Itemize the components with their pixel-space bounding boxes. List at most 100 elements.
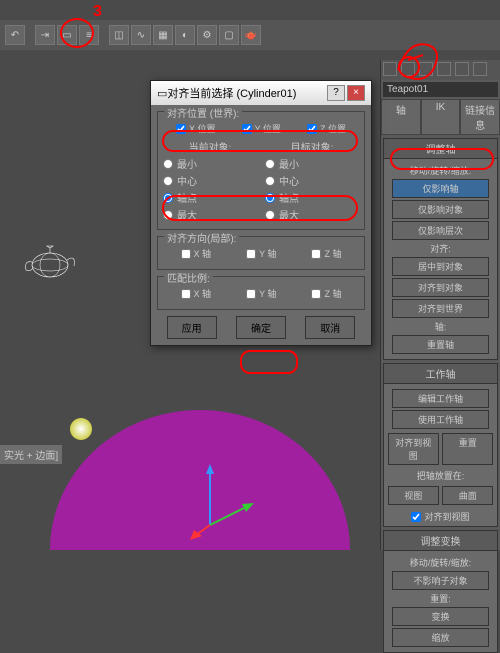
transform-button[interactable]: 变换 — [392, 607, 488, 626]
hierarchy-tab-icon[interactable] — [419, 62, 433, 76]
current-object-label: 当前对象: — [163, 139, 257, 154]
current-center-radio[interactable] — [163, 176, 173, 186]
align-to-object-button[interactable]: 对齐到对象 — [392, 278, 488, 297]
target-min-label: 最小 — [279, 156, 299, 171]
target-object-label: 目标对象: — [265, 139, 359, 154]
align-orientation-group-title: 对齐方向(局部): — [164, 230, 239, 245]
command-panel-tabs — [381, 60, 500, 80]
move-rotate-scale-label-2: 移动/旋转/缩放: — [387, 556, 494, 569]
tool-link-icon[interactable]: ⇥ — [35, 25, 55, 45]
align-position-group-title: 对齐位置 (世界): — [164, 105, 242, 120]
affect-object-only-button[interactable]: 仅影响对象 — [392, 200, 488, 219]
y-scale-label: Y 轴 — [259, 287, 276, 300]
modify-tab-icon[interactable] — [401, 62, 415, 76]
dialog-title-text: 对齐当前选择 (Cylinder01) — [167, 85, 325, 101]
x-scale-label: X 轴 — [194, 287, 212, 300]
z-scale-label: Z 轴 — [324, 287, 341, 300]
teapot-wireframe — [20, 240, 80, 280]
scale-button[interactable]: 缩放 — [392, 628, 488, 647]
z-axis-checkbox[interactable] — [311, 249, 321, 259]
tool-layers-icon[interactable]: ≡ — [79, 25, 99, 45]
z-position-checkbox[interactable] — [307, 124, 317, 134]
affect-pivot-only-button[interactable]: 仅影响轴 — [392, 179, 488, 198]
tool-render-setup-icon[interactable]: ⚙ — [197, 25, 217, 45]
y-axis-checkbox[interactable] — [246, 249, 256, 259]
center-to-object-button[interactable]: 居中到对象 — [392, 257, 488, 276]
target-pivot-radio[interactable] — [265, 193, 275, 203]
object-name-field[interactable]: Teapot01 — [383, 82, 498, 97]
dialog-titlebar[interactable]: ▭ 对齐当前选择 (Cylinder01) ? × — [151, 81, 371, 105]
x-scale-checkbox[interactable] — [181, 289, 191, 299]
align-to-view-checkbox[interactable] — [411, 512, 421, 522]
section-work-axis-header: 工作轴 — [384, 364, 497, 384]
create-tab-icon[interactable] — [383, 62, 397, 76]
dont-affect-children-button[interactable]: 不影响子对象 — [392, 571, 488, 590]
target-pivot-label: 轴点 — [279, 190, 299, 205]
affect-hierarchy-only-button[interactable]: 仅影响层次 — [392, 221, 488, 240]
transform-gizmo[interactable] — [190, 460, 260, 540]
tab-ik[interactable]: IK — [421, 99, 461, 135]
target-max-label: 最大 — [279, 207, 299, 222]
current-max-radio[interactable] — [163, 210, 173, 220]
target-center-label: 中心 — [279, 173, 299, 188]
dialog-icon: ▭ — [157, 87, 167, 100]
utilities-tab-icon[interactable] — [473, 62, 487, 76]
x-axis-label: X 轴 — [194, 247, 212, 260]
current-pivot-label: 轴点 — [177, 190, 197, 205]
align-to-view-button[interactable]: 对齐到视图 — [388, 433, 439, 465]
tab-axis[interactable]: 轴 — [381, 99, 421, 135]
align-label: 对齐: — [387, 242, 494, 255]
tool-material-icon[interactable]: ◐ — [175, 25, 195, 45]
reset-axis-button[interactable]: 重置轴 — [392, 335, 488, 354]
current-max-label: 最大 — [177, 207, 197, 222]
x-position-label: X 位置 — [189, 122, 216, 135]
use-work-axis-button[interactable]: 使用工作轴 — [392, 410, 488, 429]
tool-schematic-icon[interactable]: ▦ — [153, 25, 173, 45]
x-axis-checkbox[interactable] — [181, 249, 191, 259]
tab-link-info[interactable]: 链接信息 — [460, 99, 500, 135]
apply-button[interactable]: 应用 — [167, 316, 217, 339]
tool-render-icon[interactable]: 🫖 — [241, 25, 261, 45]
z-axis-label: Z 轴 — [324, 247, 341, 260]
axis-label: 轴: — [387, 320, 494, 333]
y-scale-checkbox[interactable] — [246, 289, 256, 299]
annotation-number-3: 3 — [93, 3, 102, 21]
target-center-radio[interactable] — [265, 176, 275, 186]
cancel-button[interactable]: 取消 — [305, 316, 355, 339]
align-to-world-button[interactable]: 对齐到世界 — [392, 299, 488, 318]
dialog-close-button[interactable]: × — [347, 85, 365, 101]
tool-curve-icon[interactable]: ∿ — [131, 25, 151, 45]
tool-undo[interactable]: ↶ — [5, 25, 25, 45]
command-panel: Teapot01 轴 IK 链接信息 调整轴 移动/旋转/缩放: 仅影响轴 仅影… — [380, 60, 500, 550]
ok-button[interactable]: 确定 — [236, 316, 286, 339]
section-adjust-axis-header: 调整轴 — [384, 139, 497, 159]
motion-tab-icon[interactable] — [437, 62, 451, 76]
tool-align-icon[interactable]: ▭ — [57, 25, 77, 45]
reset-button[interactable]: 重置 — [442, 433, 493, 465]
main-toolbar: ↶ ⇥ ▭ ≡ ◫ ∿ ▦ ◐ ⚙ ▢ 🫖 — [0, 20, 500, 50]
x-position-checkbox[interactable] — [176, 124, 186, 134]
move-rotate-scale-label: 移动/旋转/缩放: — [387, 164, 494, 177]
reset-label: 重置: — [387, 592, 494, 605]
current-min-radio[interactable] — [163, 159, 173, 169]
y-axis-label: Y 轴 — [259, 247, 276, 260]
tool-render-frame-icon[interactable]: ▢ — [219, 25, 239, 45]
target-min-radio[interactable] — [265, 159, 275, 169]
tool-graph-icon[interactable]: ◫ — [109, 25, 129, 45]
edit-work-axis-button[interactable]: 编辑工作轴 — [392, 389, 488, 408]
current-center-label: 中心 — [177, 173, 197, 188]
align-to-view-label: 对齐到视图 — [424, 510, 469, 523]
viewport-shading-label[interactable]: 实光 + 边面] — [0, 445, 62, 464]
dialog-help-button[interactable]: ? — [327, 85, 345, 101]
view-button[interactable]: 视图 — [388, 486, 439, 505]
y-position-label: Y 位置 — [255, 122, 281, 135]
y-position-checkbox[interactable] — [242, 124, 252, 134]
match-scale-group-title: 匹配比例: — [164, 270, 213, 285]
current-pivot-radio[interactable] — [163, 193, 173, 203]
display-tab-icon[interactable] — [455, 62, 469, 76]
surface-button[interactable]: 曲面 — [442, 486, 493, 505]
current-min-label: 最小 — [177, 156, 197, 171]
pivot-at-label: 把轴放置在: — [387, 469, 494, 482]
target-max-radio[interactable] — [265, 210, 275, 220]
z-scale-checkbox[interactable] — [311, 289, 321, 299]
